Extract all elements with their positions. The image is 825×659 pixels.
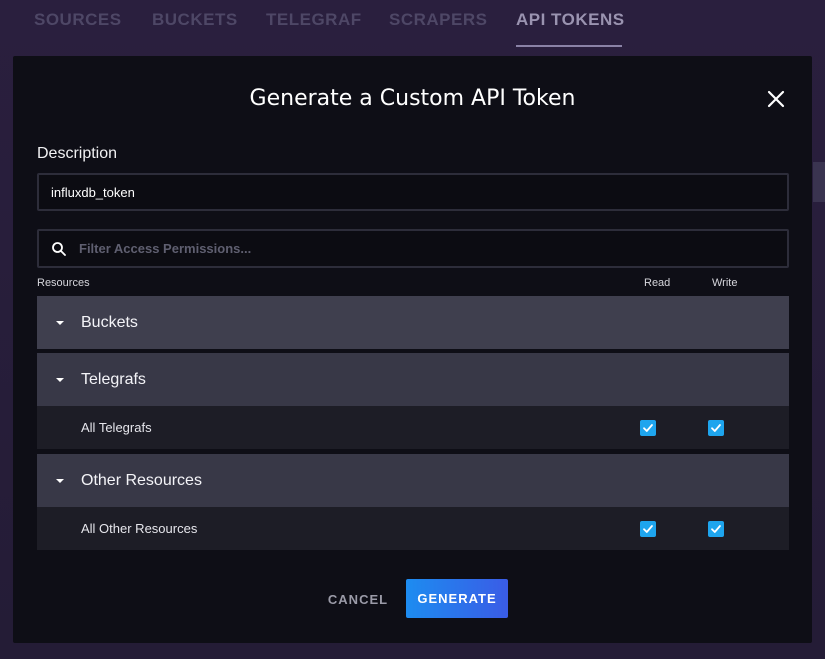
tab-sources[interactable]: SOURCES (34, 10, 122, 30)
close-button[interactable] (764, 87, 788, 111)
permission-row-all-telegrafs: All Telegrafs (37, 406, 789, 449)
generate-token-modal: Generate a Custom API Token Description … (13, 56, 812, 643)
section-telegrafs[interactable]: Telegrafs (37, 353, 789, 406)
modal-title: Generate a Custom API Token (249, 86, 576, 111)
write-checkbox-telegrafs[interactable] (708, 420, 724, 436)
tab-scrapers[interactable]: SCRAPERS (389, 10, 487, 30)
read-checkbox-other-resources[interactable] (640, 521, 656, 537)
caret-down-icon (56, 478, 64, 483)
close-icon (767, 90, 785, 108)
permission-label: All Other Resources (81, 521, 198, 536)
caret-down-icon (56, 377, 64, 382)
tab-telegraf[interactable]: TELEGRAF (266, 10, 362, 30)
caret-down-icon (56, 320, 64, 325)
description-label: Description (37, 145, 118, 162)
column-write: Write (712, 277, 738, 289)
column-resources: Resources (37, 277, 90, 289)
background-tab-bar: SOURCES BUCKETS TELEGRAF SCRAPERS API TO… (0, 0, 825, 48)
check-icon (711, 424, 721, 432)
tab-buckets[interactable]: BUCKETS (152, 10, 238, 30)
background-panel-edge (813, 162, 825, 202)
section-label: Telegrafs (81, 370, 146, 388)
section-buckets[interactable]: Buckets (37, 296, 789, 349)
section-label: Other Resources (81, 471, 202, 489)
section-other-resources[interactable]: Other Resources (37, 454, 789, 507)
generate-button[interactable]: GENERATE (406, 579, 508, 618)
permission-row-all-other-resources: All Other Resources (37, 507, 789, 550)
description-input[interactable]: influxdb_token (37, 173, 789, 211)
read-checkbox-telegrafs[interactable] (640, 420, 656, 436)
filter-permissions-input[interactable]: Filter Access Permissions... (37, 229, 789, 268)
filter-placeholder: Filter Access Permissions... (79, 241, 252, 256)
search-icon (52, 241, 66, 256)
section-label: Buckets (81, 313, 138, 331)
cancel-button[interactable]: CANCEL (323, 579, 393, 619)
tab-api-tokens[interactable]: API TOKENS (516, 10, 625, 30)
check-icon (711, 525, 721, 533)
active-tab-underline (516, 45, 622, 47)
check-icon (643, 424, 653, 432)
check-icon (643, 525, 653, 533)
write-checkbox-other-resources[interactable] (708, 521, 724, 537)
column-read: Read (644, 277, 671, 289)
permission-label: All Telegrafs (81, 420, 152, 435)
